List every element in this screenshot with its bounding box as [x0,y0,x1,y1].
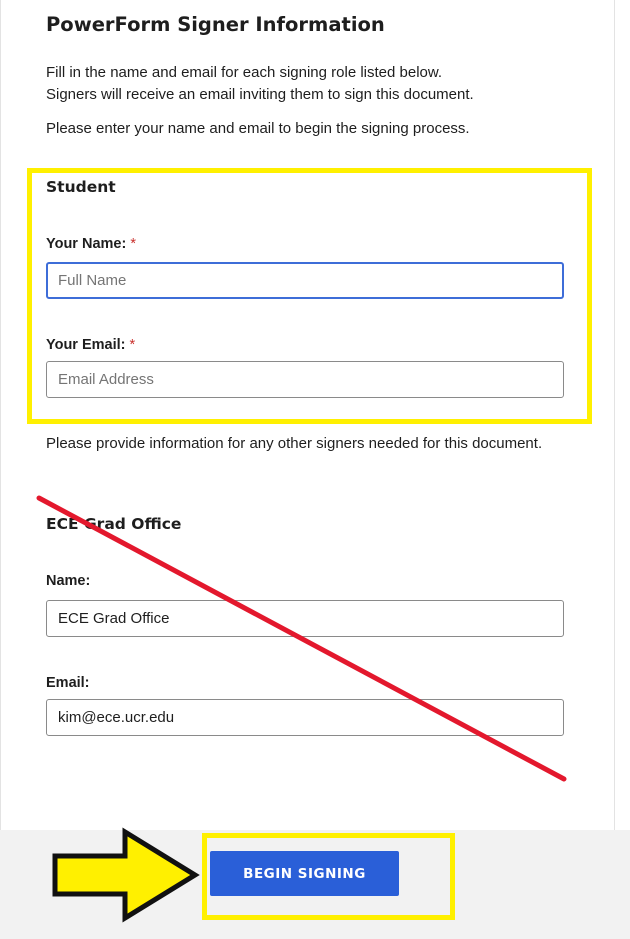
intro-line-2: Signers will receive an email inviting t… [46,86,474,103]
intro-text: Fill in the name and email for each sign… [46,62,586,106]
other-signers-text: Please provide information for any other… [46,435,543,452]
intro-line-1: Fill in the name and email for each sign… [46,64,443,81]
grad-email-label: Email: [46,675,90,691]
role-title-grad-office: ECE Grad Office [46,515,182,533]
intro-line-3: Please enter your name and email to begi… [46,120,470,137]
grad-email-input[interactable]: kim@ece.ucr.edu [46,699,564,736]
begin-signing-button[interactable]: BEGIN SIGNING [210,851,399,896]
page-title: PowerForm Signer Information [46,13,385,36]
grad-name-label: Name: [46,573,91,589]
grad-name-input[interactable]: ECE Grad Office [46,600,564,637]
student-highlight-box [27,168,592,424]
